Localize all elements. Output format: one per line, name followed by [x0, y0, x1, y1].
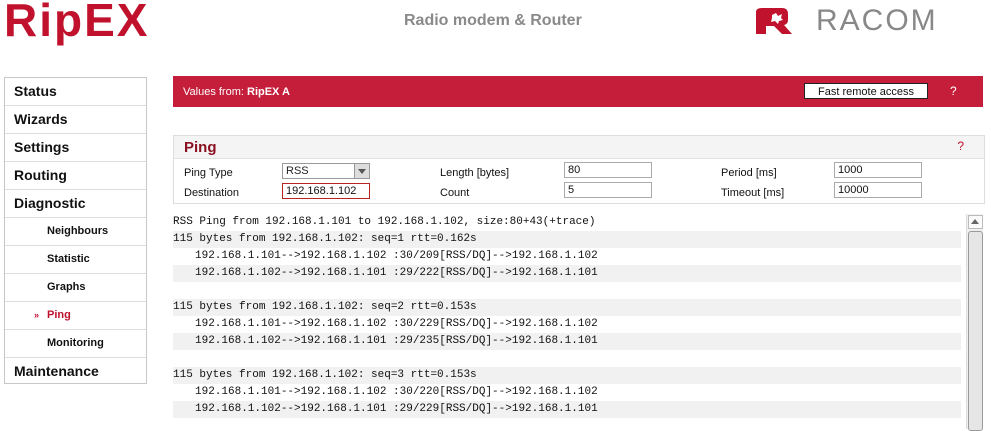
output-line: RSS Ping from 192.168.1.101 to 192.168.1…: [173, 216, 596, 228]
sidebar-item-graphs[interactable]: Graphs: [5, 274, 146, 302]
sidebar-nav: Status Wizards Settings Routing Diagnost…: [4, 77, 147, 384]
page-header: RipEX Radio modem & Router RACOM: [0, 0, 991, 58]
output-line: 115 bytes from 192.168.1.102: seq=1 rtt=…: [173, 231, 961, 248]
values-from-label: Values from:: [183, 86, 244, 98]
sidebar-item-monitoring[interactable]: Monitoring: [5, 330, 146, 358]
sidebar-item-label: Routing: [14, 167, 67, 183]
period-label: Period [ms]: [721, 167, 777, 179]
sidebar-item-label: Status: [14, 83, 57, 99]
output-line: 115 bytes from 192.168.1.102: seq=2 rtt=…: [173, 299, 961, 316]
output-line: 192.168.1.102-->192.168.1.101 :29/235[RS…: [173, 333, 961, 350]
device-name: RipEX A: [247, 86, 290, 98]
output-line: 192.168.1.102-->192.168.1.101 :29/222[RS…: [173, 265, 961, 282]
sidebar-item-label: Graphs: [47, 281, 86, 293]
timeout-input[interactable]: [834, 182, 922, 198]
sidebar-item-routing[interactable]: Routing: [5, 162, 146, 190]
sidebar-item-label: Settings: [14, 139, 70, 155]
racom-mark-icon: [756, 8, 792, 34]
output-line: 192.168.1.101-->192.168.1.102 :30/229[RS…: [195, 318, 598, 330]
output-line: 192.168.1.102-->192.168.1.101 :29/229[RS…: [173, 401, 961, 418]
scroll-up-icon[interactable]: [968, 215, 983, 229]
output-scrollbar[interactable]: [966, 214, 983, 431]
ripex-logo: RipEX: [4, 0, 150, 46]
values-from-banner: Values from: RipEX A Fast remote access …: [173, 76, 983, 107]
chevron-down-icon: [354, 164, 369, 178]
ping-type-label: Ping Type: [184, 167, 233, 179]
banner-help-icon[interactable]: ?: [950, 84, 957, 98]
sidebar-item-label: Ping: [47, 309, 71, 321]
output-line: 192.168.1.101-->192.168.1.102 :30/209[RS…: [195, 250, 598, 262]
ping-type-value: RSS: [286, 165, 309, 177]
destination-label: Destination: [184, 187, 240, 199]
timeout-label: Timeout [ms]: [721, 187, 785, 199]
sidebar-item-label: Diagnostic: [14, 195, 86, 211]
ping-panel: Ping ? Ping Type RSS Destination Length …: [173, 135, 985, 204]
period-input[interactable]: [834, 162, 922, 178]
length-input[interactable]: [564, 162, 652, 178]
sidebar-item-status[interactable]: Status: [5, 78, 146, 106]
ping-type-select[interactable]: RSS: [282, 163, 370, 179]
sidebar-item-maintenance[interactable]: Maintenance: [5, 358, 146, 386]
ping-panel-title: Ping: [184, 139, 217, 156]
output-line: 192.168.1.101-->192.168.1.102 :30/220[RS…: [195, 386, 598, 398]
destination-input[interactable]: [282, 183, 370, 199]
fast-remote-access-button[interactable]: Fast remote access: [804, 83, 928, 99]
sidebar-item-label: Wizards: [14, 111, 68, 127]
racom-wordmark: RACOM: [816, 4, 938, 37]
sidebar-item-settings[interactable]: Settings: [5, 134, 146, 162]
page-title: Radio modem & Router: [404, 12, 582, 29]
values-from-text: Values from: RipEX A: [183, 86, 290, 98]
output-line: 115 bytes from 192.168.1.102: seq=3 rtt=…: [173, 367, 961, 384]
ping-output: RSS Ping from 192.168.1.101 to 192.168.1…: [173, 214, 961, 429]
sidebar-item-diagnostic[interactable]: Diagnostic: [5, 190, 146, 218]
sidebar-item-label: Monitoring: [47, 337, 104, 349]
count-label: Count: [440, 187, 470, 199]
sidebar-item-label: Neighbours: [47, 225, 109, 237]
sidebar-item-wizards[interactable]: Wizards: [5, 106, 146, 134]
sidebar-item-label: Statistic: [47, 253, 90, 265]
sidebar-item-statistic[interactable]: Statistic: [5, 246, 146, 274]
active-arrow-icon: »: [34, 310, 40, 320]
ping-help-icon[interactable]: ?: [957, 139, 964, 153]
ping-panel-header: Ping ?: [174, 136, 984, 159]
racom-logo: RACOM: [752, 6, 984, 40]
scrollbar-thumb[interactable]: [968, 231, 983, 431]
sidebar-item-neighbours[interactable]: Neighbours: [5, 218, 146, 246]
count-input[interactable]: [564, 182, 652, 198]
sidebar-item-label: Maintenance: [14, 363, 99, 379]
sidebar-item-ping[interactable]: » Ping: [5, 302, 146, 330]
length-label: Length [bytes]: [440, 167, 510, 179]
